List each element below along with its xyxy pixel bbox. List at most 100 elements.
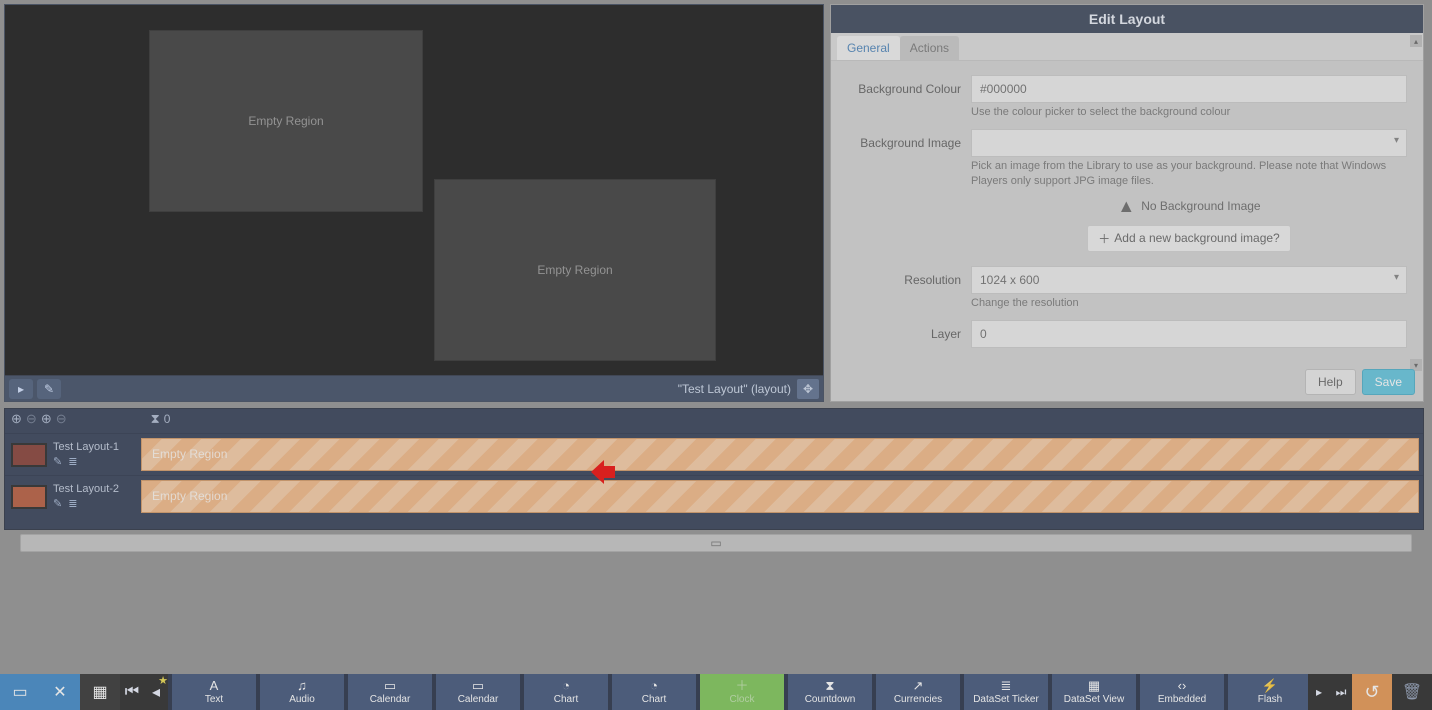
top-area: Empty Region Empty Region ▸ ✎ "Test Layo…	[4, 4, 1424, 402]
resolution-label: Resolution	[849, 266, 971, 310]
timeline-rows: Test Layout-1 ✎ ≣ Empty Region Test Layo…	[5, 433, 1423, 517]
prev-page-icon[interactable]: ⏮	[120, 674, 144, 710]
next-icon[interactable]: ▸	[1308, 674, 1330, 710]
toolbox-item-icon: ≣	[1001, 679, 1012, 692]
play-button[interactable]: ▸	[9, 379, 33, 399]
bg-image-select[interactable]	[971, 129, 1407, 157]
prev-icon[interactable]: ◂ ★	[144, 674, 168, 710]
toolbox-item-flash[interactable]: ⚡ Flash	[1228, 674, 1308, 710]
toolbox-item-icon: A	[210, 679, 219, 692]
toolbox-item-calendar[interactable]: ▭Calendar	[436, 674, 520, 710]
toolbox-item-icon: ↗	[913, 679, 924, 692]
layer-label: Layer	[849, 320, 971, 348]
track-label: Empty Region	[152, 447, 227, 461]
toolbox-item-icon: ＋	[735, 679, 748, 692]
layouts-icon[interactable]: ▭	[0, 674, 40, 710]
toolbox-item-audio[interactable]: ♫ Audio	[260, 674, 344, 710]
timeline-track[interactable]: Empty Region	[141, 480, 1419, 513]
toolbox-item-icon: ♫	[297, 679, 307, 692]
toolbox-item-dataset-ticker[interactable]: ≣ DataSet Ticker	[964, 674, 1048, 710]
toolbox: ▭ ✕ ▦ ⏮ ◂ ★ AText♫Audio▭Calendar▭Calenda…	[0, 674, 1432, 710]
timeline-row: Test Layout-1 ✎ ≣ Empty Region	[5, 433, 1423, 475]
layout-canvas[interactable]: Empty Region Empty Region ▸ ✎ "Test Layo…	[4, 4, 824, 402]
scroll-up-icon[interactable]: ▴	[1410, 35, 1422, 47]
toolbox-item-chart[interactable]: ◔Chart	[524, 674, 608, 710]
form-scrollbar[interactable]: ▴ ▾	[1410, 35, 1422, 371]
add-bg-image-button[interactable]: ＋ Add a new background image?	[1087, 225, 1290, 252]
toolbox-item-label: DataSet Ticker	[973, 694, 1039, 705]
bg-colour-label: Background Colour	[849, 75, 971, 119]
canvas-status-text: "Test Layout" (layout)	[678, 382, 791, 396]
layer-input[interactable]	[971, 320, 1407, 348]
inbox-icon: ▭	[710, 536, 721, 550]
toolbox-item-icon: ◔	[650, 679, 658, 692]
list-icon[interactable]: ≣	[68, 455, 77, 468]
toolbox-item-clock[interactable]: ＋Clock	[700, 674, 784, 710]
canvas-statusbar: ▸ ✎ "Test Layout" (layout) ✥	[5, 375, 823, 401]
toolbox-item-currencies[interactable]: ↗ Currencies	[876, 674, 960, 710]
toolbox-item-chart[interactable]: ◔Chart	[612, 674, 696, 710]
toolbox-item-label: Calendar	[370, 694, 411, 705]
bg-image-help: Pick an image from the Library to use as…	[971, 159, 1407, 188]
edit-layout-panel: Edit Layout General Actions Background C…	[830, 4, 1424, 402]
form-footer: Help Save	[1305, 369, 1415, 395]
toolbox-item-label: DataSet View	[1064, 694, 1124, 705]
region-colour-swatch	[11, 443, 47, 467]
list-icon[interactable]: ≣	[68, 497, 77, 510]
next-page-icon[interactable]: ⏭	[1330, 674, 1352, 710]
warning-icon: ▲	[1117, 196, 1135, 217]
timeline-row-head[interactable]: Test Layout-2 ✎ ≣	[5, 476, 141, 517]
toolbox-item-text[interactable]: A Text	[172, 674, 256, 710]
delete-button[interactable]: 🗑	[1392, 674, 1432, 710]
toolbox-item-icon: ▭	[384, 679, 396, 692]
region-label: Empty Region	[248, 114, 323, 128]
toolbox-item-icon: ▭	[472, 679, 484, 692]
no-bg-image-text: No Background Image	[1141, 199, 1260, 213]
edit-icon[interactable]: ✎	[53, 497, 62, 510]
resolution-help: Change the resolution	[971, 296, 1407, 310]
region-2[interactable]: Empty Region	[435, 180, 715, 360]
timeline-row-head[interactable]: Test Layout-1 ✎ ≣	[5, 434, 141, 475]
undo-button[interactable]: ↺	[1352, 674, 1392, 710]
save-button[interactable]: Save	[1362, 369, 1415, 395]
toolbox-item-dataset-view[interactable]: ▦ DataSet View	[1052, 674, 1136, 710]
form-body: Background Colour Use the colour picker …	[831, 61, 1423, 401]
toolbox-item-label: Text	[205, 694, 223, 705]
toolbox-item-label: Audio	[289, 694, 315, 705]
toolbox-item-calendar[interactable]: ▭ Calendar	[348, 674, 432, 710]
timeline-row-name: Test Layout-1	[53, 441, 119, 453]
toolbox-item-label: Countdown	[805, 694, 856, 705]
add-bg-image-label: Add a new background image?	[1114, 231, 1279, 245]
zoom-out-icon[interactable]: ⊖	[26, 411, 37, 427]
region-1[interactable]: Empty Region	[150, 31, 422, 211]
toolbox-item-countdown[interactable]: ⧗Countdown	[788, 674, 872, 710]
panel-title: Edit Layout	[831, 5, 1423, 33]
toolbox-item-label: Chart	[554, 694, 578, 705]
grid-icon[interactable]: ▦	[80, 674, 120, 710]
timeline-panel: ⊕ ⊖ ⊕ ⊖ ⧗ 0 Test Layout-1 ✎ ≣ Empty Regi…	[4, 408, 1424, 530]
zoom-in2-icon[interactable]: ⊕	[41, 411, 52, 427]
tab-actions[interactable]: Actions	[900, 36, 959, 60]
toolbox-item-label: Currencies	[894, 694, 942, 705]
resolution-select[interactable]	[971, 266, 1407, 294]
toolbox-items: AText♫Audio▭Calendar▭Calendar◔Chart◔Char…	[168, 674, 1308, 710]
tab-general[interactable]: General	[837, 36, 900, 60]
toolbox-item-embedded[interactable]: ‹›Embedded	[1140, 674, 1224, 710]
edit-icon[interactable]: ✎	[53, 455, 62, 468]
plus-icon: ＋	[1098, 230, 1110, 247]
zoom-in-icon[interactable]: ⊕	[11, 411, 22, 427]
toolbox-item-icon: ▦	[1088, 679, 1100, 692]
hourglass-icon: ⧗	[151, 411, 160, 427]
timeline-toolbar: ⊕ ⊖ ⊕ ⊖ ⧗ 0	[5, 409, 1423, 429]
bg-colour-help: Use the colour picker to select the back…	[971, 105, 1407, 119]
help-button[interactable]: Help	[1305, 369, 1356, 395]
timeline-track[interactable]: Empty Region	[141, 438, 1419, 471]
toolbox-item-icon: ⚡	[1262, 679, 1278, 692]
edit-button[interactable]: ✎	[37, 379, 61, 399]
drawer-handle[interactable]: ▭	[20, 534, 1412, 552]
tools-icon[interactable]: ✕	[40, 674, 80, 710]
toolbox-item-label: Flash	[1258, 694, 1282, 705]
bg-colour-input[interactable]	[971, 75, 1407, 103]
zoom-out2-icon[interactable]: ⊖	[56, 411, 67, 427]
move-handle-icon[interactable]: ✥	[797, 379, 819, 399]
